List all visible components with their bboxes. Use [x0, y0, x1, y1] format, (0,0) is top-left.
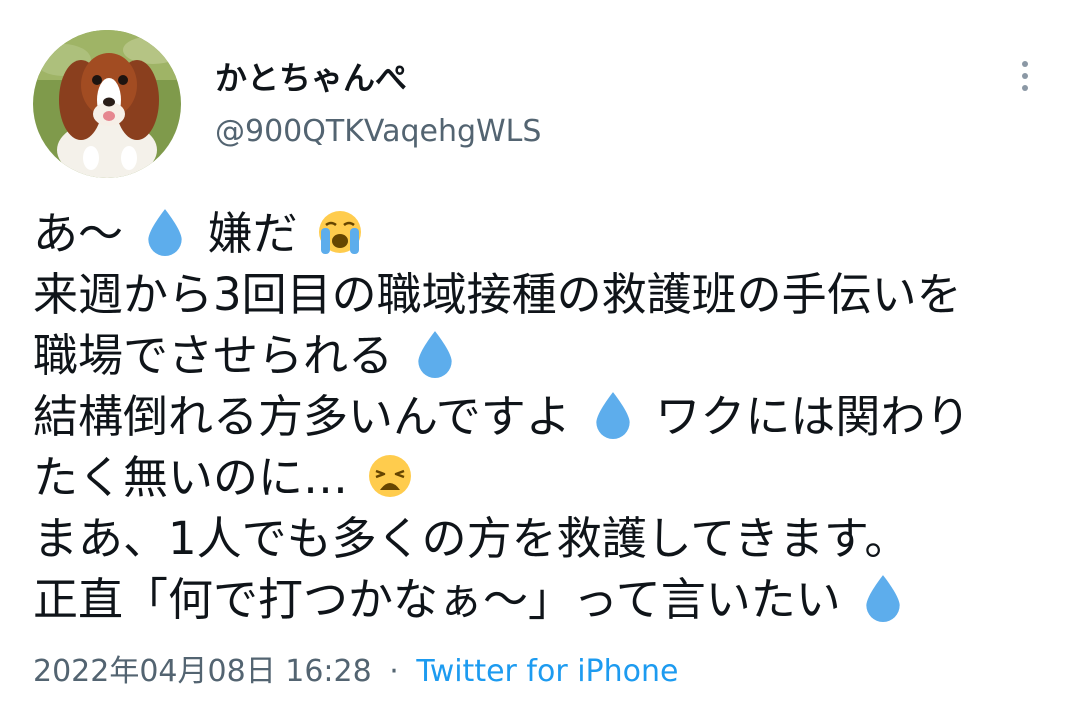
tweet-text-segment: 職場でさせられる	[33, 329, 394, 382]
loudly-crying-face-emoji	[316, 207, 364, 257]
more-dot-icon	[1022, 73, 1028, 79]
tweet-text-segment: 結構倒れる方多いんですよ	[33, 390, 571, 443]
avatar-dog-photo	[33, 30, 181, 178]
droplet-emoji	[411, 329, 459, 379]
tweet-card: かとちゃんぺ @900QTKVaqehgWLS あ〜 嫌だ 来週から3回目の職域…	[0, 0, 1080, 703]
tweet-line: あ〜 嫌だ	[33, 203, 1063, 264]
tweet-timestamp[interactable]: 2022年04月08日 16:28	[33, 654, 372, 689]
tweet-text-segment: たく無いのに…	[33, 451, 349, 504]
more-dot-icon	[1022, 85, 1028, 91]
tweet-text: あ〜 嫌だ 来週から3回目の職域接種の救護班の手伝いを 職場でさせられる 結構倒…	[33, 203, 1063, 630]
droplet-emoji	[141, 207, 189, 257]
tweet-meta: 2022年04月08日 16:28 · Twitter for iPhone	[33, 652, 678, 692]
tweet-line: 来週から3回目の職域接種の救護班の手伝いを	[33, 264, 1063, 325]
display-name[interactable]: かとちゃんぺ	[215, 58, 407, 98]
user-handle[interactable]: @900QTKVaqehgWLS	[215, 113, 541, 151]
meta-separator: ·	[389, 654, 399, 689]
tweet-text-segment: まあ、1人でも多くの方を救護してきます。	[33, 512, 910, 565]
more-options-button[interactable]	[1010, 54, 1040, 98]
tweet-line: 結構倒れる方多いんですよ ワクには関わり	[33, 386, 1063, 447]
tweet-text-segment: 来週から3回目の職域接種の救護班の手伝いを	[33, 268, 962, 321]
tweet-text-segment: あ〜	[33, 207, 124, 260]
tweet-text-segment: ワクには関わり	[655, 390, 971, 443]
weary-face-emoji	[366, 451, 414, 501]
droplet-emoji	[589, 390, 637, 440]
tweet-source-link[interactable]: Twitter for iPhone	[416, 654, 678, 689]
more-dot-icon	[1022, 61, 1028, 67]
tweet-line: 職場でさせられる	[33, 325, 1063, 386]
tweet-line: 正直「何で打つかなぁ〜」って言いたい	[33, 569, 1063, 630]
droplet-emoji	[859, 573, 907, 623]
tweet-text-segment: 嫌だ	[207, 207, 298, 260]
tweet-text-segment: 正直「何で打つかなぁ〜」って言いたい	[33, 573, 841, 626]
tweet-line: たく無いのに…	[33, 447, 1063, 508]
tweet-line: まあ、1人でも多くの方を救護してきます。	[33, 508, 1063, 569]
avatar[interactable]	[33, 30, 181, 178]
